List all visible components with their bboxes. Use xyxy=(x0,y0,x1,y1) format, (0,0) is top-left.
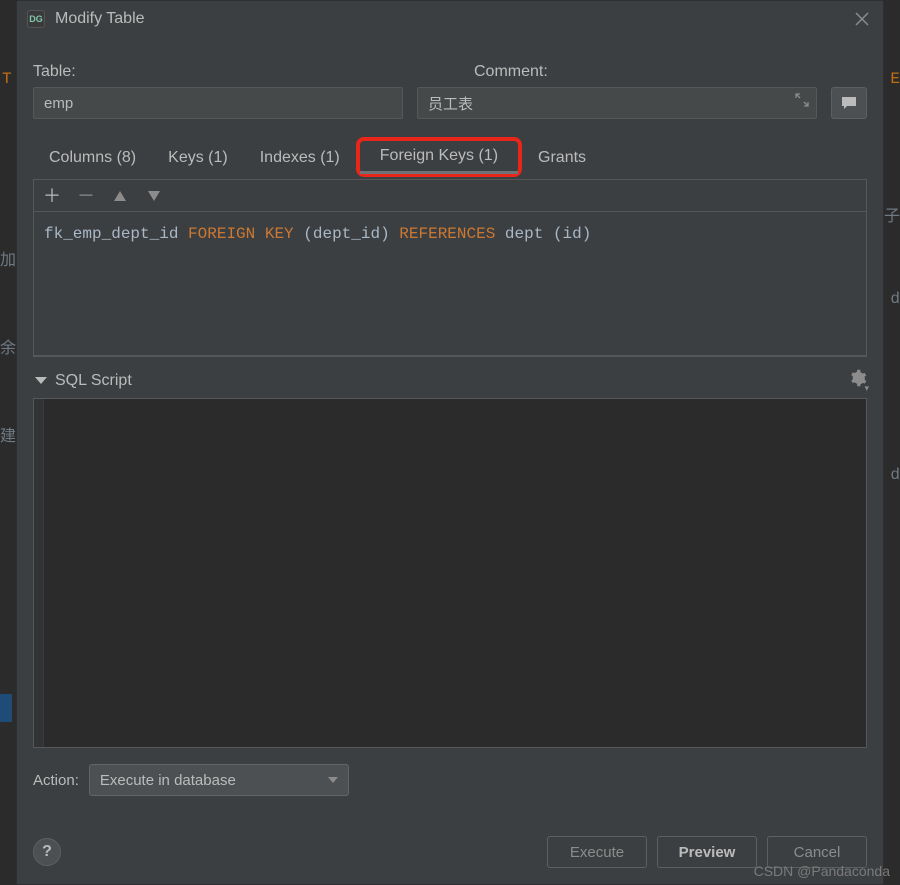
close-icon[interactable] xyxy=(851,8,873,30)
tab-grants[interactable]: Grants xyxy=(522,141,602,177)
bg-text: E xyxy=(890,70,900,88)
modify-table-dialog: DG Modify Table Table: Comment: xyxy=(16,0,884,885)
chevron-down-icon[interactable] xyxy=(35,377,47,384)
tabs: Columns (8) Keys (1) Indexes (1) Foreign… xyxy=(33,137,867,177)
comment-dialog-button[interactable] xyxy=(831,87,867,119)
tab-indexes[interactable]: Indexes (1) xyxy=(244,141,356,177)
tab-columns[interactable]: Columns (8) xyxy=(33,141,152,177)
tab-foreign-keys[interactable]: Foreign Keys (1) xyxy=(360,141,518,173)
app-icon: DG xyxy=(27,10,45,28)
table-name-input[interactable] xyxy=(33,87,403,119)
action-select[interactable]: Execute in database xyxy=(89,764,349,796)
fk-ref-table: dept xyxy=(505,225,543,243)
fk-name: fk_emp_dept_id xyxy=(44,225,178,243)
editor-gutter xyxy=(34,399,44,747)
highlight-box: Foreign Keys (1) xyxy=(356,137,522,177)
bg-text: 余 xyxy=(0,334,16,358)
fk-references-keyword: REFERENCES xyxy=(399,225,495,243)
help-button[interactable]: ? xyxy=(33,838,61,866)
bg-text: T xyxy=(2,70,12,88)
move-down-icon[interactable] xyxy=(142,184,166,208)
bg-text: d xyxy=(890,466,900,484)
table-label: Table: xyxy=(33,63,450,81)
bg-text: 建 xyxy=(0,422,16,446)
title-bar: DG Modify Table xyxy=(17,1,883,37)
gear-icon[interactable] xyxy=(849,369,867,392)
expand-icon[interactable] xyxy=(795,93,809,110)
sql-editor[interactable] xyxy=(33,398,867,748)
move-up-icon[interactable] xyxy=(108,184,132,208)
list-toolbar: ＋ － xyxy=(34,180,866,212)
add-icon[interactable]: ＋ xyxy=(40,184,64,208)
bg-text: 子 xyxy=(884,202,900,226)
action-label: Action: xyxy=(33,772,79,789)
watermark: CSDN @Pandaconda xyxy=(754,863,890,879)
tab-keys[interactable]: Keys (1) xyxy=(152,141,244,177)
fk-ref-columns: (id) xyxy=(553,225,591,243)
sql-script-title: SQL Script xyxy=(55,372,849,390)
bg-text: 加 xyxy=(0,246,16,270)
action-selected-value: Execute in database xyxy=(100,772,236,789)
bg-text: d xyxy=(890,290,900,308)
fk-columns: (dept_id) xyxy=(303,225,389,243)
comment-label: Comment: xyxy=(474,63,867,81)
preview-button[interactable]: Preview xyxy=(657,836,757,868)
bg-highlight-bar xyxy=(0,694,12,722)
remove-icon[interactable]: － xyxy=(74,184,98,208)
foreign-key-list[interactable]: fk_emp_dept_id FOREIGN KEY (dept_id) REF… xyxy=(34,212,866,356)
chevron-down-icon xyxy=(328,777,338,783)
fk-keyword: FOREIGN KEY xyxy=(188,225,294,243)
dialog-title: Modify Table xyxy=(55,10,851,28)
execute-button[interactable]: Execute xyxy=(547,836,647,868)
comment-input[interactable] xyxy=(417,87,817,119)
